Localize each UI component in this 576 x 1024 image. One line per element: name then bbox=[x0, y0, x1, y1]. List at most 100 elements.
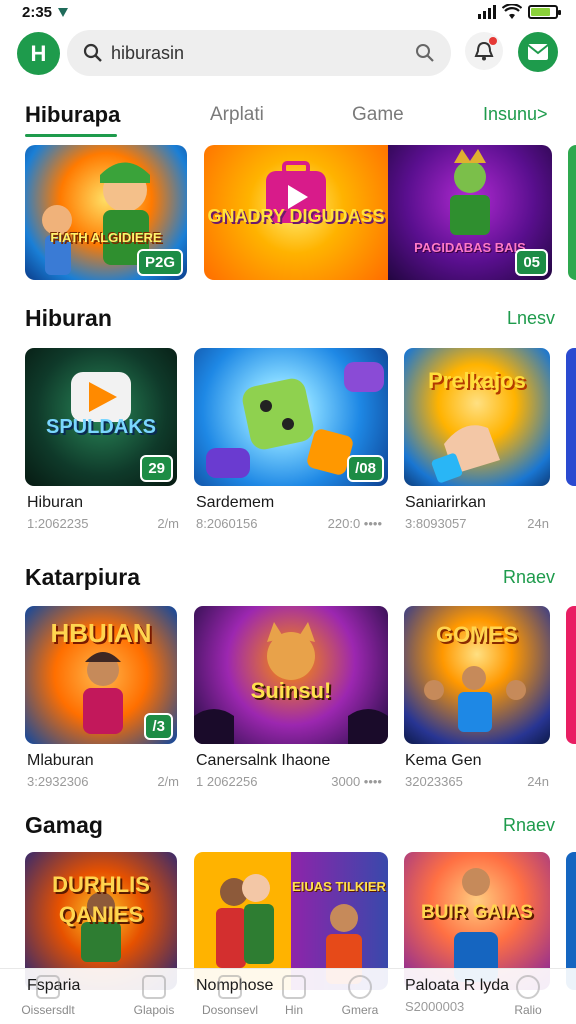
tile-badge: 29 bbox=[140, 455, 173, 482]
game-tile[interactable]: HBUIAN /3 bbox=[25, 606, 177, 744]
tile-peek[interactable] bbox=[566, 606, 576, 744]
section-more-link[interactable]: Lnesv bbox=[507, 308, 555, 329]
game-art bbox=[194, 606, 388, 744]
tab-arplati[interactable]: Arplati bbox=[210, 104, 264, 126]
featured-card-peek[interactable] bbox=[568, 145, 576, 280]
tile-id: 3:2932306 bbox=[27, 774, 89, 789]
tile-art-title: DURHLIS QANIES bbox=[52, 872, 150, 927]
tile-art-title: HBUIAN bbox=[50, 618, 152, 648]
tile-art-title: Prelkajos bbox=[428, 368, 526, 393]
section-title: Gamag bbox=[25, 812, 103, 838]
tile-stat: 220:0 •••• bbox=[327, 516, 382, 531]
tile-id: 8:2060156 bbox=[196, 516, 258, 531]
section-header: Katarpiura Rnaev bbox=[25, 564, 555, 594]
grid-icon bbox=[218, 975, 242, 999]
tile-sub: 1 2062256 3000 •••• bbox=[196, 774, 382, 789]
nav-label: Gmera bbox=[341, 1003, 379, 1017]
section-more-link[interactable]: Rnaev bbox=[503, 567, 555, 588]
tile-id: 32023365 bbox=[405, 774, 463, 789]
game-art: GNADRY DIGUDASS bbox=[204, 145, 388, 280]
logo-letter: H bbox=[30, 40, 47, 66]
nav-radio[interactable]: Ralio bbox=[480, 975, 576, 1017]
home-icon bbox=[36, 975, 60, 999]
tile-peek[interactable] bbox=[566, 348, 576, 486]
search-submit-icon[interactable] bbox=[415, 43, 435, 63]
featured-badge: 05 bbox=[515, 249, 548, 276]
tile-sub: 1:2062235 2/m bbox=[27, 516, 179, 531]
tabs-more-link[interactable]: Insunu> bbox=[483, 104, 548, 125]
circle-icon bbox=[516, 975, 540, 999]
clock: 2:35 bbox=[22, 3, 53, 21]
game-tile[interactable]: /08 bbox=[194, 348, 388, 486]
top-bar: H bbox=[0, 30, 576, 78]
battery-icon bbox=[528, 5, 561, 19]
tile-meta: Saniarirkan 3:8093057 24n bbox=[405, 494, 549, 531]
tile-sub: 3:2932306 2/m bbox=[27, 774, 179, 789]
tile-stat: 2/m bbox=[157, 516, 179, 531]
app-logo-button[interactable]: H bbox=[17, 32, 60, 75]
tile-id: 1:2062235 bbox=[27, 516, 89, 531]
featured-title: FIATH ALGIDIERE bbox=[50, 230, 162, 245]
featured-card[interactable]: GNADRY DIGUDASS PAGIDABAS BAIS 05 bbox=[204, 145, 552, 280]
tile-name: Mlaburan bbox=[27, 752, 94, 769]
search-bar[interactable] bbox=[67, 30, 451, 76]
notification-dot bbox=[489, 37, 497, 45]
game-tile[interactable]: Prelkajos bbox=[404, 348, 550, 486]
nav-label: Oissersdlt bbox=[21, 1003, 75, 1017]
status-icons bbox=[478, 4, 561, 20]
wifi-icon bbox=[502, 4, 522, 19]
tile-name: Canersalnk Ihaone bbox=[196, 752, 331, 769]
tile-stat: 3000 •••• bbox=[331, 774, 382, 789]
status-time: 2:35 bbox=[22, 3, 69, 21]
section-header: Gamag Rnaev bbox=[25, 812, 555, 842]
bottom-nav: Fsparia Nomphose Paloata R lyda S2000003… bbox=[0, 968, 576, 1024]
game-tile[interactable]: Suinsu! bbox=[194, 606, 388, 744]
notification-button[interactable] bbox=[465, 32, 503, 70]
nav-home[interactable]: Oissersdlt bbox=[0, 975, 96, 1017]
tile-name: Saniarirkan bbox=[405, 494, 486, 511]
tile-name: Sardemem bbox=[196, 494, 275, 511]
section-header: Hiburan Lnesv bbox=[25, 305, 555, 335]
section-title: Hiburan bbox=[25, 305, 112, 331]
tile-stat: 24n bbox=[527, 516, 549, 531]
tile-art-title: BUIR GAIAS bbox=[421, 902, 533, 923]
section-more-link[interactable]: Rnaev bbox=[503, 815, 555, 836]
tile-art-title: SPULDAKS bbox=[45, 416, 156, 438]
tile-meta: Mlaburan 3:2932306 2/m bbox=[27, 752, 179, 789]
tile-sub: 8:2060156 220:0 •••• bbox=[196, 516, 382, 531]
location-icon bbox=[58, 7, 69, 17]
tile-meta: Sardemem 8:2060156 220:0 •••• bbox=[196, 494, 382, 531]
tile-meta: Kema Gen 32023365 24n bbox=[405, 752, 549, 789]
status-bar: 2:35 bbox=[0, 0, 576, 24]
search-icon bbox=[83, 43, 102, 62]
tile-sub: 3:8093057 24n bbox=[405, 516, 549, 531]
featured-title: GNADRY DIGUDASS bbox=[207, 206, 385, 226]
featured-carousel: FIATH ALGIDIERE P2G GNADRY DIGUDASS PAGI… bbox=[0, 145, 576, 281]
nav-label: Ralio bbox=[514, 1003, 542, 1017]
featured-card[interactable]: FIATH ALGIDIERE P2G bbox=[25, 145, 187, 280]
tile-art-title: EIUAS TILKIER bbox=[292, 879, 386, 894]
tile-id: 3:8093057 bbox=[405, 516, 467, 531]
tile-badge: /08 bbox=[347, 455, 384, 482]
tile-meta: Hiburan 1:2062235 2/m bbox=[27, 494, 179, 531]
game-tile[interactable]: SPULDAKS 29 bbox=[25, 348, 177, 486]
nav-profile[interactable]: Gmera bbox=[312, 975, 408, 1017]
search-input[interactable] bbox=[111, 42, 415, 64]
tile-id: 1 2062256 bbox=[196, 774, 258, 789]
tile-name: Hiburan bbox=[27, 494, 84, 511]
tile-stat: 2/m bbox=[157, 774, 179, 789]
tile-art-title: Suinsu! bbox=[250, 678, 332, 703]
tab-hiburapa[interactable]: Hiburapa bbox=[25, 102, 120, 128]
tile-meta: Canersalnk Ihaone 1 2062256 3000 •••• bbox=[196, 752, 382, 789]
tab-game[interactable]: Game bbox=[352, 104, 404, 126]
tile-id: S2000003 bbox=[405, 999, 465, 1014]
section-title: Katarpiura bbox=[25, 564, 141, 590]
document-icon bbox=[282, 975, 306, 999]
active-tab-indicator bbox=[25, 134, 117, 137]
tile-badge: /3 bbox=[144, 713, 173, 740]
user-icon bbox=[348, 975, 372, 999]
game-tile[interactable]: GOMES bbox=[404, 606, 550, 744]
tile-sub: 32023365 24n bbox=[405, 774, 549, 789]
tile-art-title: GOMES bbox=[436, 622, 518, 647]
mail-button[interactable] bbox=[518, 32, 558, 72]
